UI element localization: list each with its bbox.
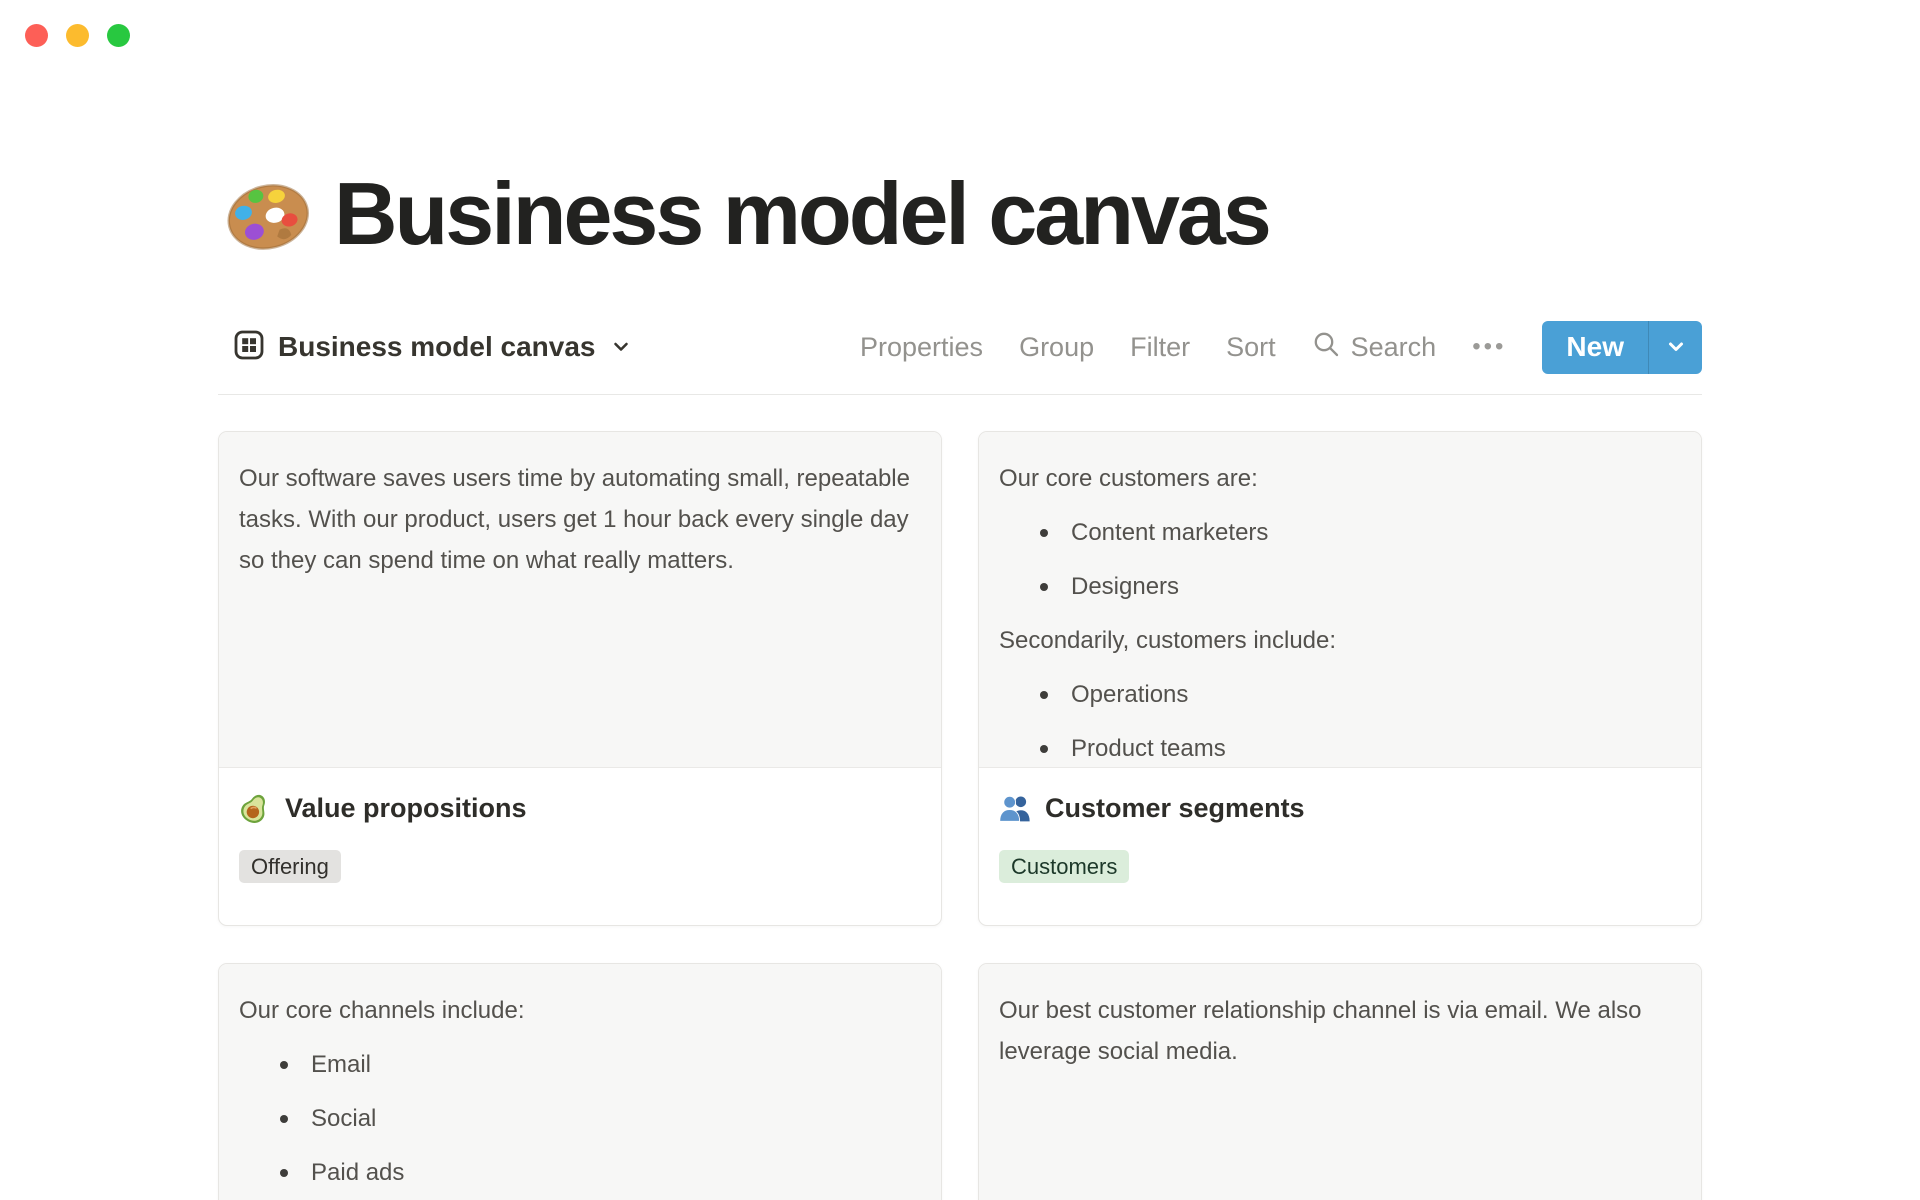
bullet-icon <box>280 1115 288 1123</box>
bullet-list-item: Email <box>239 1044 921 1085</box>
bullet-icon <box>1040 745 1048 753</box>
avocado-icon <box>239 792 271 824</box>
chevron-down-icon <box>611 337 631 362</box>
preview-paragraph: Our software saves users time by automat… <box>239 465 910 574</box>
new-button-label[interactable]: New <box>1542 321 1648 374</box>
bullet-text: Product teams <box>1071 735 1226 762</box>
gallery-card[interactable]: Our software saves users time by automat… <box>218 431 942 926</box>
more-options-icon[interactable]: ••• <box>1472 333 1506 361</box>
bullet-text: Paid ads <box>311 1159 405 1186</box>
bullet-list-item: Operations <box>999 674 1681 715</box>
toolbar-filter[interactable]: Filter <box>1130 332 1190 363</box>
search-icon <box>1312 330 1340 365</box>
people-icon <box>999 792 1031 824</box>
card-footer: Customer segments Customers <box>979 768 1701 907</box>
toolbar-properties[interactable]: Properties <box>860 332 983 363</box>
bullet-text: Designers <box>1071 573 1180 600</box>
card-tags: Offering <box>239 850 921 883</box>
card-grid: Our software saves users time by automat… <box>218 431 1702 1200</box>
card-title: Value propositions <box>285 792 527 823</box>
bullet-icon <box>280 1061 288 1069</box>
page-title[interactable]: Business model canvas <box>334 168 1272 260</box>
card-tags: Customers <box>999 850 1681 883</box>
bullet-text: Email <box>311 1051 372 1078</box>
preview-paragraph: Our best customer relationship channel i… <box>999 997 1642 1065</box>
traffic-light-minimize[interactable] <box>66 24 89 47</box>
gallery-card[interactable]: Our best customer relationship channel i… <box>978 963 1702 1200</box>
tag-offering[interactable]: Offering <box>239 850 341 883</box>
view-toolbar: Properties Group Filter Sort Search ••• … <box>860 320 1702 374</box>
page-header: Business model canvas <box>218 168 1702 260</box>
bullet-list-item: Designers <box>999 566 1681 607</box>
traffic-light-close[interactable] <box>25 24 48 47</box>
card-preview: Our core customers are: Content marketers… <box>979 432 1701 768</box>
card-preview: Our best customer relationship channel i… <box>979 964 1701 1200</box>
bullet-text: Social <box>311 1105 377 1132</box>
bullet-list-item: Paid ads <box>239 1152 921 1193</box>
app-window: Business model canvas Business model can… <box>0 0 1920 1200</box>
bullet-text: Content marketers <box>1071 519 1269 546</box>
card-preview: Our software saves users time by automat… <box>219 432 941 768</box>
new-button-chevron-icon[interactable] <box>1648 320 1702 374</box>
card-preview: Our core channels include: Email Social Pai… <box>219 964 941 1200</box>
bullet-list-item: Content marketers <box>999 512 1681 553</box>
toolbar-search[interactable]: Search <box>1312 330 1437 365</box>
header-divider <box>218 394 1702 395</box>
preview-paragraph: Our core customers are: <box>999 465 1258 492</box>
bullet-list-item: Product teams <box>999 728 1681 767</box>
bullet-icon <box>1040 691 1048 699</box>
view-bar: Business model canvas Properties Group F… <box>218 320 1702 374</box>
toolbar-sort[interactable]: Sort <box>1226 332 1276 363</box>
gallery-card[interactable]: Our core channels include: Email Social Pai… <box>218 963 942 1200</box>
tag-customers[interactable]: Customers <box>999 850 1130 883</box>
card-footer: Value propositions Offering <box>219 768 941 907</box>
preview-paragraph: Our core channels include: <box>239 997 525 1024</box>
gallery-view-icon <box>234 330 264 365</box>
bullet-icon <box>1040 529 1048 537</box>
gallery-card[interactable]: Our core customers are: Content marketers… <box>978 431 1702 926</box>
bullet-icon <box>280 1169 288 1177</box>
bullet-icon <box>1040 583 1048 591</box>
toolbar-search-label: Search <box>1350 331 1437 362</box>
toolbar-group[interactable]: Group <box>1019 332 1094 363</box>
traffic-light-zoom[interactable] <box>107 24 130 47</box>
window-controls <box>25 24 130 47</box>
bullet-list-item: Social <box>239 1098 921 1139</box>
new-button[interactable]: New <box>1542 320 1702 374</box>
palette-icon[interactable] <box>224 170 312 258</box>
preview-paragraph: Secondarily, customers include: <box>999 627 1337 654</box>
bullet-text: Operations <box>1071 681 1189 708</box>
view-selector[interactable]: Business model canvas <box>218 330 631 365</box>
card-title: Customer segments <box>1045 792 1305 823</box>
view-name: Business model canvas <box>278 331 596 362</box>
